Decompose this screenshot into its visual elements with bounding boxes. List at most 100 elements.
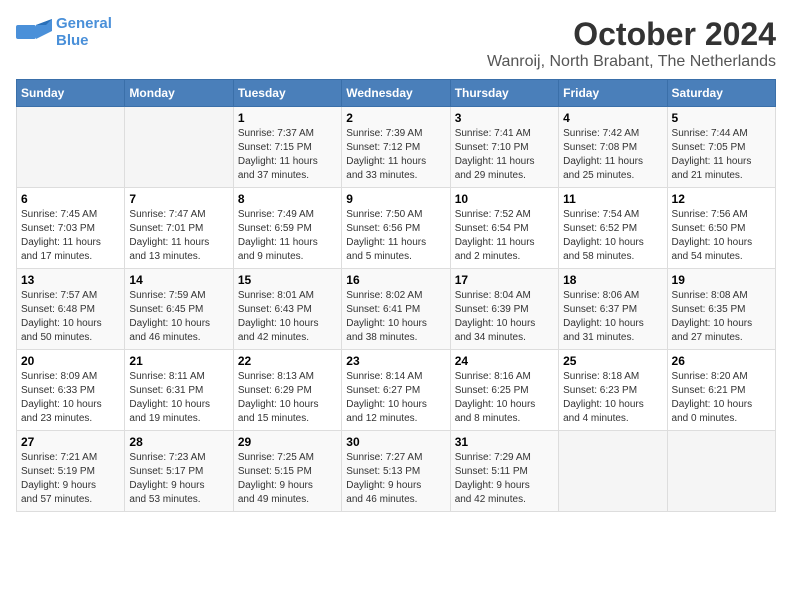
calendar-cell: 20 Sunrise: 8:09 AM Sunset: 6:33 PM Dayli… (17, 350, 125, 431)
calendar-cell: 23 Sunrise: 8:14 AM Sunset: 6:27 PM Dayli… (342, 350, 450, 431)
day-number: 28 (129, 435, 228, 449)
day-info: Sunrise: 7:25 AM Sunset: 5:15 PM Dayligh… (238, 451, 337, 507)
calendar-cell: 3 Sunrise: 7:41 AM Sunset: 7:10 PM Daylig… (450, 107, 558, 188)
day-number: 23 (346, 354, 445, 368)
calendar-cell (559, 431, 667, 512)
col-tuesday: Tuesday (233, 80, 341, 107)
day-number: 20 (21, 354, 120, 368)
calendar-cell: 22Sunrise: 8:13 AM Sunset: 6:29 PM Dayli… (233, 350, 341, 431)
calendar-table: Sunday Monday Tuesday Wednesday Thursday… (16, 79, 776, 512)
day-number: 9 (346, 192, 445, 206)
day-info: Sunrise: 8:01 AM Sunset: 6:43 PM Dayligh… (238, 289, 337, 345)
day-number: 17 (455, 273, 554, 287)
calendar-cell: 5 Sunrise: 7:44 AM Sunset: 7:05 PM Daylig… (667, 107, 775, 188)
calendar-cell: 26 Sunrise: 8:20 AM Sunset: 6:21 PM Dayli… (667, 350, 775, 431)
calendar-cell: 2Sunrise: 7:39 AM Sunset: 7:12 PM Daylig… (342, 107, 450, 188)
day-number: 1 (238, 111, 337, 125)
day-number: 25 (563, 354, 662, 368)
calendar-cell: 9 Sunrise: 7:50 AM Sunset: 6:56 PM Daylig… (342, 188, 450, 269)
day-info: Sunrise: 8:09 AM Sunset: 6:33 PM Dayligh… (21, 370, 120, 426)
calendar-cell: 24Sunrise: 8:16 AM Sunset: 6:25 PM Dayli… (450, 350, 558, 431)
logo: General Blue (16, 16, 112, 49)
day-number: 26 (672, 354, 771, 368)
day-number: 29 (238, 435, 337, 449)
day-number: 16 (346, 273, 445, 287)
day-number: 31 (455, 435, 554, 449)
month-year-title: October 2024 (487, 16, 776, 53)
col-saturday: Saturday (667, 80, 775, 107)
col-sunday: Sunday (17, 80, 125, 107)
day-info: Sunrise: 8:08 AM Sunset: 6:35 PM Dayligh… (672, 289, 771, 345)
day-number: 19 (672, 273, 771, 287)
day-info: Sunrise: 7:45 AM Sunset: 7:03 PM Dayligh… (21, 208, 120, 264)
calendar-cell: 15 Sunrise: 8:01 AM Sunset: 6:43 PM Dayli… (233, 269, 341, 350)
day-info: Sunrise: 7:54 AM Sunset: 6:52 PM Dayligh… (563, 208, 662, 264)
day-info: Sunrise: 8:18 AM Sunset: 6:23 PM Dayligh… (563, 370, 662, 426)
calendar-cell: 14 Sunrise: 7:59 AM Sunset: 6:45 PM Dayli… (125, 269, 233, 350)
day-number: 14 (129, 273, 228, 287)
day-info: Sunrise: 7:44 AM Sunset: 7:05 PM Dayligh… (672, 127, 771, 183)
day-info: Sunrise: 7:42 AM Sunset: 7:08 PM Dayligh… (563, 127, 662, 183)
day-number: 15 (238, 273, 337, 287)
day-number: 5 (672, 111, 771, 125)
calendar-body: 1 Sunrise: 7:37 AM Sunset: 7:15 PM Daylig… (17, 107, 776, 512)
calendar-cell: 4 Sunrise: 7:42 AM Sunset: 7:08 PM Daylig… (559, 107, 667, 188)
day-info: Sunrise: 7:29 AM Sunset: 5:11 PM Dayligh… (455, 451, 554, 507)
calendar-cell: 6 Sunrise: 7:45 AM Sunset: 7:03 PM Daylig… (17, 188, 125, 269)
calendar-cell (17, 107, 125, 188)
day-info: Sunrise: 7:52 AM Sunset: 6:54 PM Dayligh… (455, 208, 554, 264)
page-header: General Blue October 2024 Wanroij, North… (16, 16, 776, 71)
day-number: 13 (21, 273, 120, 287)
day-info: Sunrise: 8:06 AM Sunset: 6:37 PM Dayligh… (563, 289, 662, 345)
location-subtitle: Wanroij, North Brabant, The Netherlands (487, 53, 776, 71)
calendar-week-2: 6 Sunrise: 7:45 AM Sunset: 7:03 PM Daylig… (17, 188, 776, 269)
day-info: Sunrise: 7:27 AM Sunset: 5:13 PM Dayligh… (346, 451, 445, 507)
day-info: Sunrise: 7:50 AM Sunset: 6:56 PM Dayligh… (346, 208, 445, 264)
day-number: 30 (346, 435, 445, 449)
calendar-cell: 25 Sunrise: 8:18 AM Sunset: 6:23 PM Dayli… (559, 350, 667, 431)
calendar-cell (125, 107, 233, 188)
calendar-cell: 18Sunrise: 8:06 AM Sunset: 6:37 PM Dayli… (559, 269, 667, 350)
calendar-cell: 21Sunrise: 8:11 AM Sunset: 6:31 PM Dayli… (125, 350, 233, 431)
calendar-cell: 10Sunrise: 7:52 AM Sunset: 6:54 PM Dayli… (450, 188, 558, 269)
col-friday: Friday (559, 80, 667, 107)
day-number: 2 (346, 111, 445, 125)
calendar-cell: 13Sunrise: 7:57 AM Sunset: 6:48 PM Dayli… (17, 269, 125, 350)
day-number: 21 (129, 354, 228, 368)
title-block: October 2024 Wanroij, North Brabant, The… (487, 16, 776, 71)
calendar-cell (667, 431, 775, 512)
header-row: Sunday Monday Tuesday Wednesday Thursday… (17, 80, 776, 107)
day-info: Sunrise: 8:14 AM Sunset: 6:27 PM Dayligh… (346, 370, 445, 426)
day-info: Sunrise: 8:20 AM Sunset: 6:21 PM Dayligh… (672, 370, 771, 426)
calendar-week-1: 1 Sunrise: 7:37 AM Sunset: 7:15 PM Daylig… (17, 107, 776, 188)
logo-general: General (56, 15, 112, 32)
day-number: 8 (238, 192, 337, 206)
day-number: 6 (21, 192, 120, 206)
day-number: 27 (21, 435, 120, 449)
calendar-cell: 27Sunrise: 7:21 AM Sunset: 5:19 PM Dayli… (17, 431, 125, 512)
calendar-cell: 17 Sunrise: 8:04 AM Sunset: 6:39 PM Dayli… (450, 269, 558, 350)
col-monday: Monday (125, 80, 233, 107)
day-info: Sunrise: 7:56 AM Sunset: 6:50 PM Dayligh… (672, 208, 771, 264)
calendar-week-5: 27Sunrise: 7:21 AM Sunset: 5:19 PM Dayli… (17, 431, 776, 512)
day-number: 22 (238, 354, 337, 368)
calendar-cell: 31 Sunrise: 7:29 AM Sunset: 5:11 PM Dayli… (450, 431, 558, 512)
day-info: Sunrise: 7:37 AM Sunset: 7:15 PM Dayligh… (238, 127, 337, 183)
calendar-cell: 1 Sunrise: 7:37 AM Sunset: 7:15 PM Daylig… (233, 107, 341, 188)
day-info: Sunrise: 7:41 AM Sunset: 7:10 PM Dayligh… (455, 127, 554, 183)
day-info: Sunrise: 8:04 AM Sunset: 6:39 PM Dayligh… (455, 289, 554, 345)
day-info: Sunrise: 7:59 AM Sunset: 6:45 PM Dayligh… (129, 289, 228, 345)
day-number: 3 (455, 111, 554, 125)
day-info: Sunrise: 7:47 AM Sunset: 7:01 PM Dayligh… (129, 208, 228, 264)
calendar-cell: 28 Sunrise: 7:23 AM Sunset: 5:17 PM Dayli… (125, 431, 233, 512)
calendar-cell: 11Sunrise: 7:54 AM Sunset: 6:52 PM Dayli… (559, 188, 667, 269)
calendar-cell: 29 Sunrise: 7:25 AM Sunset: 5:15 PM Dayli… (233, 431, 341, 512)
calendar-cell: 30 Sunrise: 7:27 AM Sunset: 5:13 PM Dayli… (342, 431, 450, 512)
calendar-cell: 16Sunrise: 8:02 AM Sunset: 6:41 PM Dayli… (342, 269, 450, 350)
calendar-header: Sunday Monday Tuesday Wednesday Thursday… (17, 80, 776, 107)
day-info: Sunrise: 8:16 AM Sunset: 6:25 PM Dayligh… (455, 370, 554, 426)
calendar-cell: 8Sunrise: 7:49 AM Sunset: 6:59 PM Daylig… (233, 188, 341, 269)
day-number: 4 (563, 111, 662, 125)
calendar-cell: 19 Sunrise: 8:08 AM Sunset: 6:35 PM Dayli… (667, 269, 775, 350)
day-info: Sunrise: 7:23 AM Sunset: 5:17 PM Dayligh… (129, 451, 228, 507)
